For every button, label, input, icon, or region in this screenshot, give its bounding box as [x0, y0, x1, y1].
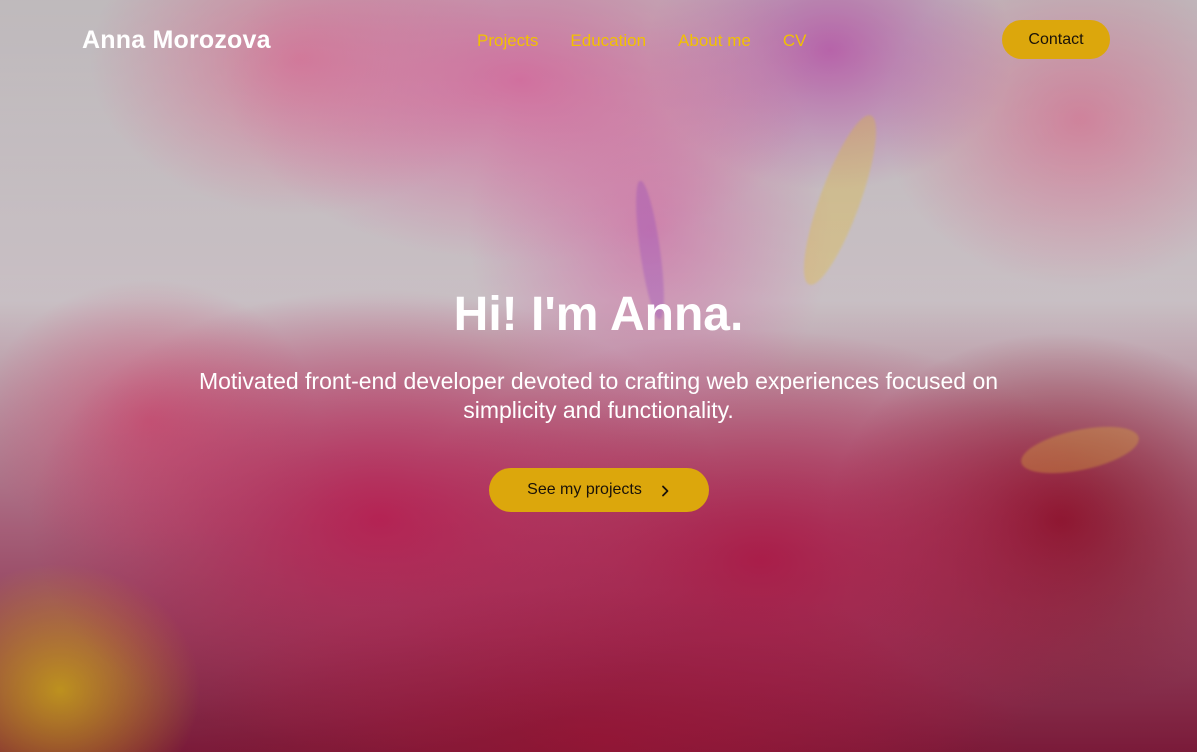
nav-link-projects[interactable]: Projects — [477, 31, 538, 51]
contact-button[interactable]: Contact — [1002, 20, 1110, 59]
top-navigation: Anna Morozova Projects Education About m… — [0, 0, 1197, 80]
see-projects-label: See my projects — [527, 481, 642, 498]
chevron-right-icon — [660, 484, 670, 497]
hero-section: Hi! I'm Anna. Motivated front-end develo… — [0, 285, 1197, 512]
hero-title: Hi! I'm Anna. — [453, 288, 744, 341]
see-projects-button[interactable]: See my projects — [488, 468, 709, 512]
nav-links: Projects Education About me CV — [477, 31, 806, 51]
nav-link-about-me[interactable]: About me — [678, 31, 751, 51]
nav-link-cv[interactable]: CV — [783, 31, 807, 51]
hero-subtitle: Motivated front-end developer devoted to… — [198, 368, 999, 423]
brand-name[interactable]: Anna Morozova — [82, 26, 271, 55]
nav-link-education[interactable]: Education — [570, 31, 646, 51]
